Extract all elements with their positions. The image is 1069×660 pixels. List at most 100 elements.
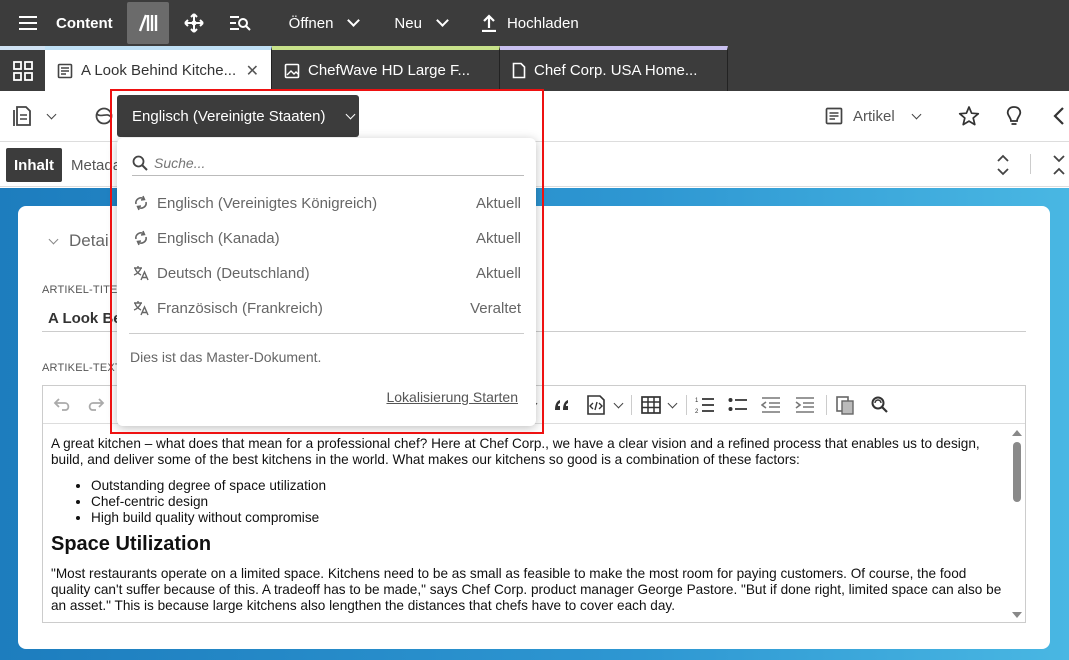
collapse-sections-icon[interactable] [1052,153,1066,180]
start-localization-link[interactable]: Lokalisierung Starten [386,389,518,405]
article-type-label: Artikel [853,107,895,125]
chevron-down-icon [46,109,57,119]
chevron-down-icon [347,14,361,27]
translate-icon [133,301,149,316]
new-menu-label: Neu [394,14,422,32]
article-icon [825,107,843,125]
tab-bar: A Look Behind Kitche... ✕ ChefWave HD La… [0,46,1069,91]
content-heading: Space Utilization [51,533,212,555]
close-icon[interactable]: ✕ [246,61,259,81]
outdent-icon[interactable] [761,394,781,416]
bullet-list: Outstanding degree of space utilization … [91,478,1006,526]
redo-icon[interactable] [85,394,105,416]
language-select-button[interactable]: Englisch (Vereinigte Staaten) [117,95,359,137]
chevron-down-icon [346,109,356,119]
image-icon [284,63,300,78]
chevron-down-icon [667,398,678,408]
language-name: Englisch (Vereinigtes Königreich) [157,194,378,212]
list-item: High build quality without compromise [91,510,1006,526]
language-search [132,150,524,176]
tab-content[interactable]: Inhalt [6,148,62,182]
lightbulb-icon[interactable] [1005,91,1023,141]
bulleted-list-icon[interactable] [728,394,748,416]
localization-icon[interactable] [94,91,114,141]
divider [129,333,524,334]
chevron-down-icon [48,234,59,244]
toolbar-divider [631,395,632,415]
grid-icon[interactable] [0,46,45,91]
article-text-label: ARTIKEL-TEXT [42,362,122,374]
language-name: Französisch (Frankreich) [157,299,323,317]
paragraph: A great kitchen – what does that mean fo… [51,436,980,467]
move-icon[interactable] [173,2,215,44]
sync-icon [135,230,147,246]
document-actions-icon [13,106,31,126]
language-option-fr-fr[interactable]: Französisch (Frankreich) Veraltet [133,293,521,323]
status-badge: Aktuell [475,194,521,212]
expand-sections-icon[interactable] [996,153,1010,180]
app-title: Content [56,14,113,32]
language-option-en-ca[interactable]: Englisch (Kanada) Aktuell [133,223,521,253]
language-selected-label: Englisch (Vereinigte Staaten) [132,107,326,125]
insert-code-block-button[interactable] [585,394,624,416]
indent-icon[interactable] [795,394,815,416]
status-badge: Aktuell [475,229,521,247]
status-badge: Aktuell [475,264,521,282]
editor-content[interactable]: A great kitchen – what does that mean fo… [51,436,1006,622]
list-item: Outstanding degree of space utilization [91,478,1006,494]
status-badge: Veraltet [470,299,521,317]
chevron-down-icon [911,109,922,119]
article-type-select[interactable]: Artikel [825,91,922,141]
search-icon [132,155,148,171]
search-list-icon[interactable] [219,2,261,44]
article-title-label: ARTIKEL-TITEL [42,284,124,296]
insert-table-button[interactable] [641,394,678,416]
open-menu-label: Öffnen [288,14,334,32]
tab-label: Chef Corp. USA Home... [534,62,698,79]
undo-icon[interactable] [53,394,73,416]
scroll-down-arrow[interactable] [1012,612,1022,618]
blockquote-icon[interactable] [553,394,571,416]
tab-article[interactable]: A Look Behind Kitche... ✕ [45,46,272,91]
document-actions-button[interactable] [12,91,57,141]
section-details-header[interactable]: Detai [48,228,109,254]
svg-text:2: 2 [695,409,699,414]
numbered-list-icon[interactable]: 12 [695,394,715,416]
svg-text:1: 1 [695,398,699,404]
scroll-up-arrow[interactable] [1012,430,1022,436]
library-icon[interactable] [126,2,169,44]
open-menu-button[interactable]: Öffnen [275,0,373,46]
find-replace-icon[interactable] [869,394,889,416]
language-option-en-gb[interactable]: Englisch (Vereinigtes Königreich) Aktuel… [133,188,521,218]
code-block-icon [587,395,605,415]
paste-icon[interactable] [835,394,855,416]
upload-button[interactable]: Hochladen [467,0,593,46]
language-option-de-de[interactable]: Deutsch (Deutschland) Aktuell [133,258,521,288]
divider [1030,154,1031,174]
language-name: Deutsch (Deutschland) [157,264,310,282]
page-icon [512,62,526,79]
toolbar-divider [686,395,687,415]
search-input[interactable] [154,154,504,171]
star-icon[interactable] [958,91,980,141]
tab-metadata[interactable]: Metada [71,148,121,182]
master-document-note: Dies ist das Master-Dokument. [130,349,322,365]
tab-label: ChefWave HD Large F... [308,62,471,79]
paragraph: "Most restaurants operate on a limited s… [51,566,1002,613]
document-icon [57,63,73,78]
scroll-thumb[interactable] [1013,442,1021,502]
tab-label: A Look Behind Kitche... [81,62,237,79]
tab-page[interactable]: Chef Corp. USA Home... [500,46,728,91]
tab-picture[interactable]: ChefWave HD Large F... [272,46,500,91]
editor-scrollbar[interactable] [1011,428,1023,620]
new-menu-button[interactable]: Neu [380,0,461,46]
chevron-down-icon [436,14,449,27]
chevron-down-icon [613,398,624,408]
language-dropdown: Englisch (Vereinigtes Königreich) Aktuel… [117,138,536,426]
menu-icon[interactable] [0,0,56,46]
upload-label: Hochladen [506,14,579,32]
top-bar: Content Öffnen Neu Hochladen [0,0,1069,46]
translate-icon [133,266,149,281]
language-name: Englisch (Kanada) [157,229,280,247]
collapse-panel-icon[interactable] [1052,91,1066,141]
